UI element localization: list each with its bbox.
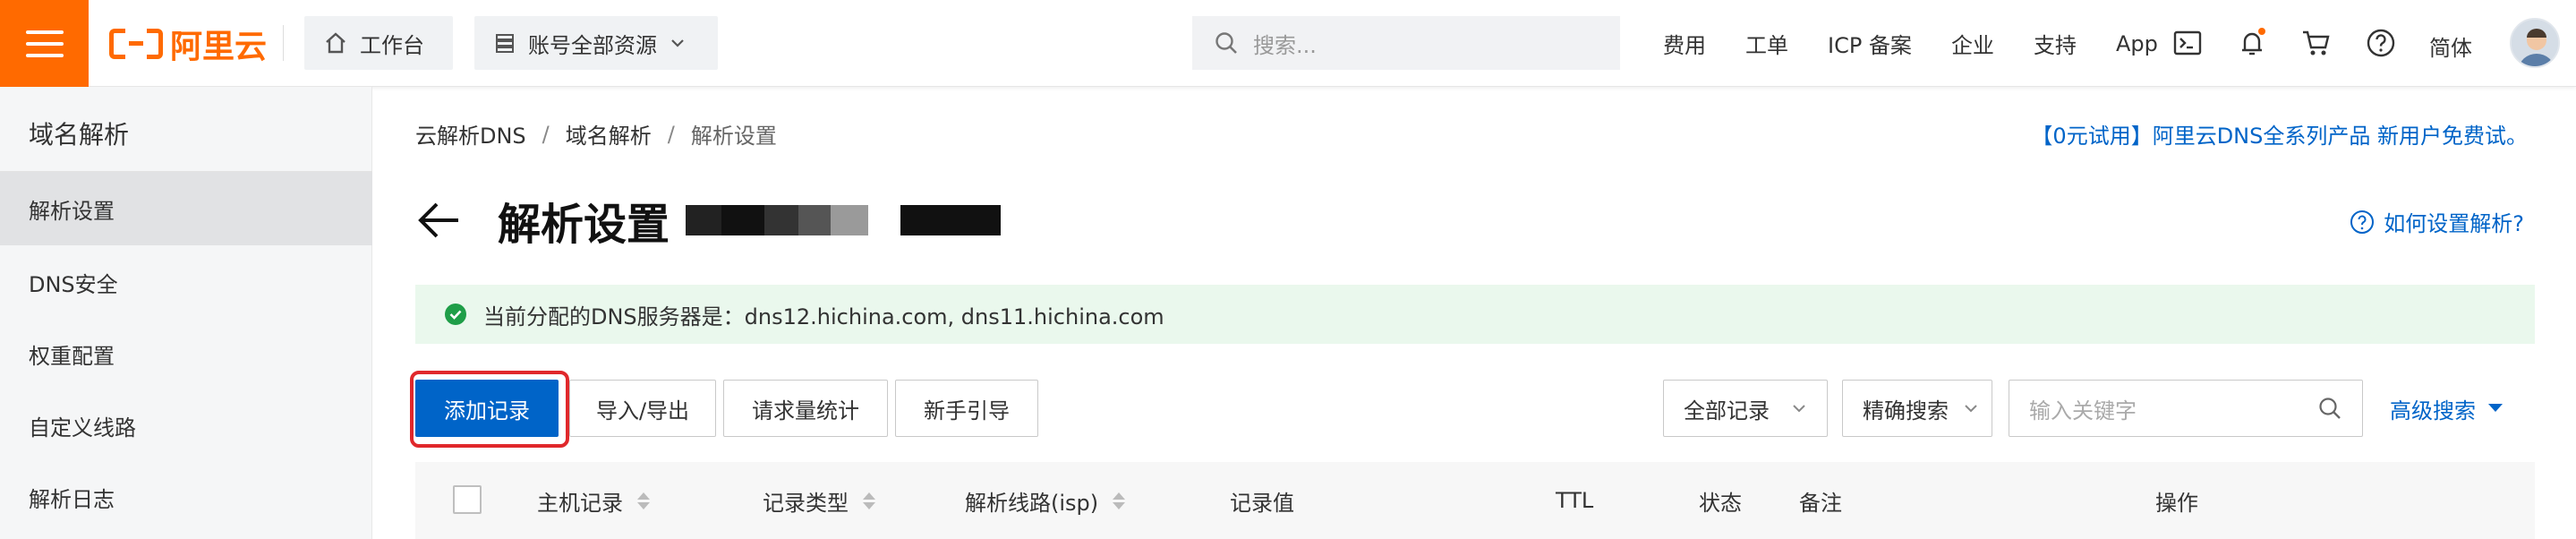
column-label: 状态 xyxy=(1699,490,1742,516)
search-placeholder: 搜索... xyxy=(1253,32,1317,58)
column-dns-line[interactable]: 解析线路(isp) xyxy=(965,462,1126,539)
sort-icon[interactable] xyxy=(863,492,875,509)
page-title: 解析设置 xyxy=(498,200,670,250)
sort-icon[interactable] xyxy=(1113,492,1126,509)
advanced-search-toggle[interactable]: 高级搜索 xyxy=(2390,380,2504,437)
column-status: 状态 xyxy=(1699,462,1742,539)
chevron-down-icon xyxy=(671,39,684,47)
link-icp[interactable]: ICP 备案 xyxy=(1828,28,1912,59)
column-label: 记录类型 xyxy=(763,490,849,516)
records-table-header: 主机记录 记录类型 解析线路(isp) 记录值 TTL 状态 备注 操作 xyxy=(415,462,2535,539)
sort-icon[interactable] xyxy=(637,492,650,509)
sidebar-item-custom-lines[interactable]: 自定义线路 xyxy=(0,389,372,462)
breadcrumb-cloud-dns[interactable]: 云解析DNS xyxy=(415,118,526,150)
highlight-annotation-box xyxy=(410,371,569,448)
select-all-checkbox[interactable] xyxy=(453,485,482,514)
language-switch[interactable]: 简体 xyxy=(2429,30,2472,62)
link-fees[interactable]: 费用 xyxy=(1663,28,1706,59)
success-check-icon xyxy=(445,304,466,325)
sidebar-item-dns-settings[interactable]: 解析设置 xyxy=(0,172,372,245)
breadcrumb-separator: / xyxy=(542,121,550,147)
cloud-shell-icon[interactable] xyxy=(2171,27,2204,59)
search-icon xyxy=(1215,32,1237,54)
header-divider xyxy=(283,25,284,61)
column-record-value: 记录值 xyxy=(1230,462,1294,539)
column-label: TTL xyxy=(1556,488,1594,513)
beginner-guide-button[interactable]: 新手引导 xyxy=(895,380,1038,437)
sidebar-item-label: 自定义线路 xyxy=(29,415,136,441)
dns-help-link[interactable]: 如何设置解析? xyxy=(2350,206,2524,237)
notice-text: 当前分配的DNS服务器是：dns12.hichina.com, dns11.hi… xyxy=(483,304,1164,329)
record-filter-select[interactable]: 全部记录 xyxy=(1663,380,1828,437)
page-title-row: 解析设置 xyxy=(415,186,1002,254)
column-ttl: TTL xyxy=(1556,462,1593,539)
keyword-search-input[interactable]: 输入关键字 xyxy=(2009,380,2363,437)
caret-down-icon xyxy=(2488,404,2503,412)
back-arrow-icon[interactable] xyxy=(415,201,462,240)
help-circle-icon[interactable] xyxy=(2365,27,2397,59)
keyword-placeholder: 输入关键字 xyxy=(2029,398,2137,424)
top-navigation-bar: 阿里云 工作台 账号全部资源 搜索... 费用 工单 ICP 备案 企业 支持 … xyxy=(0,0,2576,87)
sidebar-item-dns-logs[interactable]: 解析日志 xyxy=(0,460,372,534)
top-links: 费用 工单 ICP 备案 企业 支持 App xyxy=(1663,0,2197,87)
global-search-input[interactable]: 搜索... xyxy=(1192,16,1620,70)
record-filter-value: 全部记录 xyxy=(1684,398,1770,424)
column-remark: 备注 xyxy=(1799,462,1842,539)
workbench-label: 工作台 xyxy=(360,32,424,58)
link-enterprise[interactable]: 企业 xyxy=(1951,28,1994,59)
column-label: 备注 xyxy=(1799,490,1842,516)
column-record-type[interactable]: 记录类型 xyxy=(763,462,875,539)
search-mode-select[interactable]: 精确搜索 xyxy=(1842,380,1992,437)
sidebar-item-label: 解析日志 xyxy=(29,486,115,512)
breadcrumb: 云解析DNS / 域名解析 / 解析设置 xyxy=(415,118,777,150)
column-label: 操作 xyxy=(2155,490,2198,516)
search-mode-value: 精确搜索 xyxy=(1863,398,1949,424)
aliyun-logo-mark-icon xyxy=(109,29,163,59)
link-tickets[interactable]: 工单 xyxy=(1745,28,1788,59)
sidebar-title: 域名解析 xyxy=(29,120,130,150)
promo-link[interactable]: 【0元试用】阿里云DNS全系列产品 新用户免费试。 xyxy=(2031,118,2528,150)
user-avatar[interactable] xyxy=(2510,18,2560,68)
column-host-record[interactable]: 主机记录 xyxy=(537,462,650,539)
sidebar-item-dns-security[interactable]: DNS安全 xyxy=(0,245,372,319)
sidebar-item-label: 解析设置 xyxy=(29,198,115,224)
breadcrumb-current: 解析设置 xyxy=(690,124,777,149)
chevron-down-icon xyxy=(1965,405,1977,413)
advanced-search-label: 高级搜索 xyxy=(2390,398,2476,424)
column-label: 主机记录 xyxy=(537,490,623,516)
account-resources-dropdown[interactable]: 账号全部资源 xyxy=(474,16,718,70)
column-actions: 操作 xyxy=(2155,462,2198,539)
column-label: 记录值 xyxy=(1230,490,1294,516)
breadcrumb-separator: / xyxy=(667,121,675,147)
sidebar-item-weight-config[interactable]: 权重配置 xyxy=(0,317,372,390)
link-app[interactable]: App xyxy=(2116,31,2158,56)
redacted-domain xyxy=(686,205,1002,235)
chevron-down-icon xyxy=(1793,405,1805,413)
hamburger-menu-button[interactable] xyxy=(0,0,89,87)
workbench-button[interactable]: 工作台 xyxy=(304,16,453,70)
sidebar: 域名解析 解析设置 DNS安全 权重配置 自定义线路 解析日志 xyxy=(0,87,372,539)
aliyun-logo[interactable]: 阿里云 xyxy=(109,23,268,65)
home-icon xyxy=(326,32,345,54)
sidebar-item-label: DNS安全 xyxy=(29,271,118,297)
logo-text: 阿里云 xyxy=(170,29,268,65)
request-stats-button[interactable]: 请求量统计 xyxy=(723,380,888,437)
question-circle-icon xyxy=(2350,210,2375,234)
sidebar-item-label: 权重配置 xyxy=(29,343,115,369)
help-link-label: 如何设置解析? xyxy=(2384,211,2524,236)
search-icon[interactable] xyxy=(2317,396,2342,421)
cart-icon[interactable] xyxy=(2300,27,2333,59)
column-label: 解析线路(isp) xyxy=(965,490,1099,516)
import-export-button[interactable]: 导入/导出 xyxy=(569,380,716,437)
breadcrumb-domain-dns[interactable]: 域名解析 xyxy=(566,118,652,150)
link-support[interactable]: 支持 xyxy=(2034,28,2077,59)
resources-list-icon xyxy=(496,34,514,53)
account-resources-label: 账号全部资源 xyxy=(528,32,657,58)
dns-server-notice: 当前分配的DNS服务器是：dns12.hichina.com, dns11.hi… xyxy=(415,285,2535,344)
notification-bell-icon[interactable] xyxy=(2236,27,2268,59)
